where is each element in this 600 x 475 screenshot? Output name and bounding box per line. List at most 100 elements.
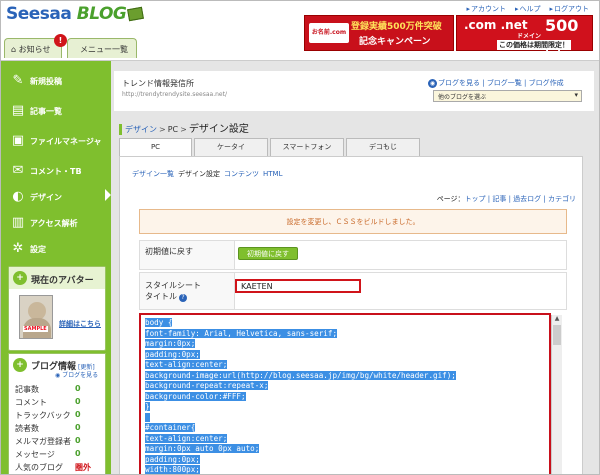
banner-logo: お名前.com <box>309 23 349 43</box>
comment-icon: ✉ <box>12 163 24 178</box>
create-blog-link[interactable]: ブログ作成 <box>529 79 564 87</box>
document-icon: ▤ <box>11 103 25 118</box>
top-bar: Seesaa BLOG アカウント ヘルプログアウト ⌂ お知らせ ! メニュー一… <box>1 1 599 61</box>
subnav-design-list[interactable]: デザイン一覧 <box>132 170 174 178</box>
avatar-panel-header: + 現在のアバター <box>9 267 105 289</box>
logo-main: Seesaa <box>6 4 72 24</box>
stat-label: メッセージ <box>15 450 55 459</box>
globe-icon: ◉ <box>428 79 437 88</box>
blog-header: トレンド情報発信所 http://trendytrendysite.seesaa… <box>114 71 594 111</box>
stat-label: 記事数 <box>15 385 39 394</box>
sidebar-item-design[interactable]: ◐ デザイン <box>6 185 106 210</box>
scroll-up-icon[interactable]: ▲ <box>552 315 562 324</box>
subnav-design-settings: デザイン設定 <box>178 170 220 178</box>
help-link[interactable]: ヘルプ <box>515 5 541 13</box>
page-title: デザイン設定 <box>188 124 249 135</box>
avatar[interactable]: SAMPLE <box>19 295 53 339</box>
page-link-archive[interactable]: 過去ログ <box>513 195 541 203</box>
page-link-article[interactable]: 記事 <box>492 195 506 203</box>
tab-oshirase-label: お知らせ <box>18 45 51 54</box>
css-line: width:800px; <box>145 465 549 474</box>
breadcrumb-separator: > <box>180 125 187 134</box>
tab-smartphone[interactable]: スマートフォン <box>270 138 344 156</box>
stat-row: 読者数 0 <box>15 423 101 435</box>
logout-link[interactable]: ログアウト <box>549 5 589 13</box>
onamae-banner[interactable]: お名前.com 登録実績500万件突破 記念キャンペーン <box>304 15 454 51</box>
css-line-text: text-align:center; <box>145 360 228 369</box>
css-editor-scrollbar[interactable]: ▲ <box>551 315 562 474</box>
banner-price: 500円 <box>545 16 579 58</box>
sidebar-item-comments[interactable]: ✉ コメント・TB <box>6 159 106 184</box>
page-link-category[interactable]: カテゴリ <box>548 195 576 203</box>
css-line: margin:0px auto 0px auto; <box>145 444 549 455</box>
tab-menu-list[interactable]: メニュー一覧 <box>67 38 137 58</box>
reset-button[interactable]: 初期値に戻す <box>238 247 298 260</box>
css-line-text <box>145 412 150 422</box>
breadcrumb-design[interactable]: デザイン <box>125 125 157 134</box>
sidebar-item-label: 設定 <box>30 245 46 254</box>
plus-icon: + <box>13 271 27 285</box>
book-icon <box>127 6 145 22</box>
stat-value: 0 <box>75 384 81 393</box>
sidebar: ✎ 新規投稿 ▤ 記事一覧 ▣ ファイルマネージャ ✉ コメント・TB ◐ デザイン ▥ ア… <box>1 61 111 474</box>
sidebar-item-analytics[interactable]: ▥ アクセス解析 <box>6 211 106 236</box>
view-blog-link[interactable]: ◉ ブログを見る <box>55 370 98 379</box>
site-url: http://trendytrendysite.seesaa.net/ <box>122 91 227 98</box>
sidebar-item-label: デザイン <box>30 193 62 202</box>
avatar-panel-title: 現在のアバター <box>31 276 94 286</box>
tab-oshirase[interactable]: ⌂ お知らせ ! <box>4 34 67 58</box>
sub-navigation: デザイン一覧 デザイン設定 コンテンツ HTML <box>132 169 286 179</box>
help-icon[interactable]: ? <box>179 294 187 302</box>
palette-icon: ◐ <box>12 189 24 204</box>
stat-row: メッセージ 0 <box>15 449 101 461</box>
banner-line1: 登録実績500万件突破 <box>351 22 442 32</box>
tab-decomoji[interactable]: デコもじ <box>346 138 420 156</box>
subnav-contents[interactable]: コンテンツ <box>224 170 259 178</box>
tab-pc[interactable]: PC <box>119 138 192 157</box>
banner-line2: 記念キャンペーン <box>359 37 431 47</box>
sidebar-item-new-post[interactable]: ✎ 新規投稿 <box>6 69 106 94</box>
site-name: トレンド情報発信所 <box>122 79 194 88</box>
domain-banner[interactable]: .com .net ドメイン 500円 この価格は期間限定！ <box>456 15 593 58</box>
sidebar-item-articles[interactable]: ▤ 記事一覧 <box>6 99 106 124</box>
blog-list-link[interactable]: ブログ一覧 <box>487 79 522 87</box>
css-line-text: } <box>145 402 150 411</box>
stat-row: 記事数 0 <box>15 384 101 396</box>
css-line-text: background-repeat:repeat-x; <box>145 381 269 390</box>
blog-info-panel: + ブログ情報 [更新] ◉ ブログを見る 記事数 0 コメント 0 トラックバック 0 … <box>8 353 106 474</box>
breadcrumb-bar <box>119 124 122 135</box>
sidebar-item-settings[interactable]: ✲ 設定 <box>6 237 106 262</box>
avatar-panel: + 現在のアバター SAMPLE 詳細はこちら <box>8 266 106 351</box>
stylesheet-title-input[interactable]: KAETEN <box>235 279 361 293</box>
css-line: body { <box>145 318 549 329</box>
blog-select[interactable]: 他のブログを選ぶ ▾ <box>433 90 582 102</box>
sidebar-item-file-manager[interactable]: ▣ ファイルマネージャ <box>6 129 106 154</box>
home-icon: ⌂ <box>11 45 17 54</box>
seesaa-blog-logo[interactable]: Seesaa BLOG <box>6 4 145 24</box>
css-line: background-color:#FFF; <box>145 391 549 403</box>
tab-mobile[interactable]: ケータイ <box>194 138 268 156</box>
view-blog-link[interactable]: ブログを見る <box>438 79 480 87</box>
screen: Seesaa BLOG アカウント ヘルプログアウト ⌂ お知らせ ! メニュー一… <box>0 0 600 475</box>
css-editor[interactable]: body {font-family: Arial, Helvetica, san… <box>139 313 551 474</box>
css-line: padding:0px; <box>145 454 549 466</box>
subnav-html[interactable]: HTML <box>263 170 282 178</box>
stat-value: 0 <box>75 397 81 406</box>
css-line: text-align:center; <box>145 433 549 445</box>
notification-badge: ! <box>54 34 67 47</box>
folder-icon: ▣ <box>11 133 25 148</box>
stat-value: 0 <box>75 423 81 432</box>
avatar-details-link[interactable]: 詳細はこちら <box>59 319 101 329</box>
blog-select-value: 他のブログを選ぶ <box>438 94 487 101</box>
page-link-top[interactable]: トップ <box>465 195 486 203</box>
css-line: background-image:url(http://blog.seesaa.… <box>145 370 549 382</box>
css-line-text: margin:0px auto 0px auto; <box>145 444 260 453</box>
stat-value: 0 <box>75 410 81 419</box>
breadcrumb-pc[interactable]: PC <box>168 125 178 134</box>
stat-row: 人気のブログ 圏外 <box>15 462 101 474</box>
stat-row: コメント 0 <box>15 397 101 409</box>
scroll-thumb[interactable] <box>553 325 561 345</box>
css-line <box>145 412 549 424</box>
stat-value: 圏外 <box>75 463 91 472</box>
account-link[interactable]: アカウント <box>466 5 506 13</box>
